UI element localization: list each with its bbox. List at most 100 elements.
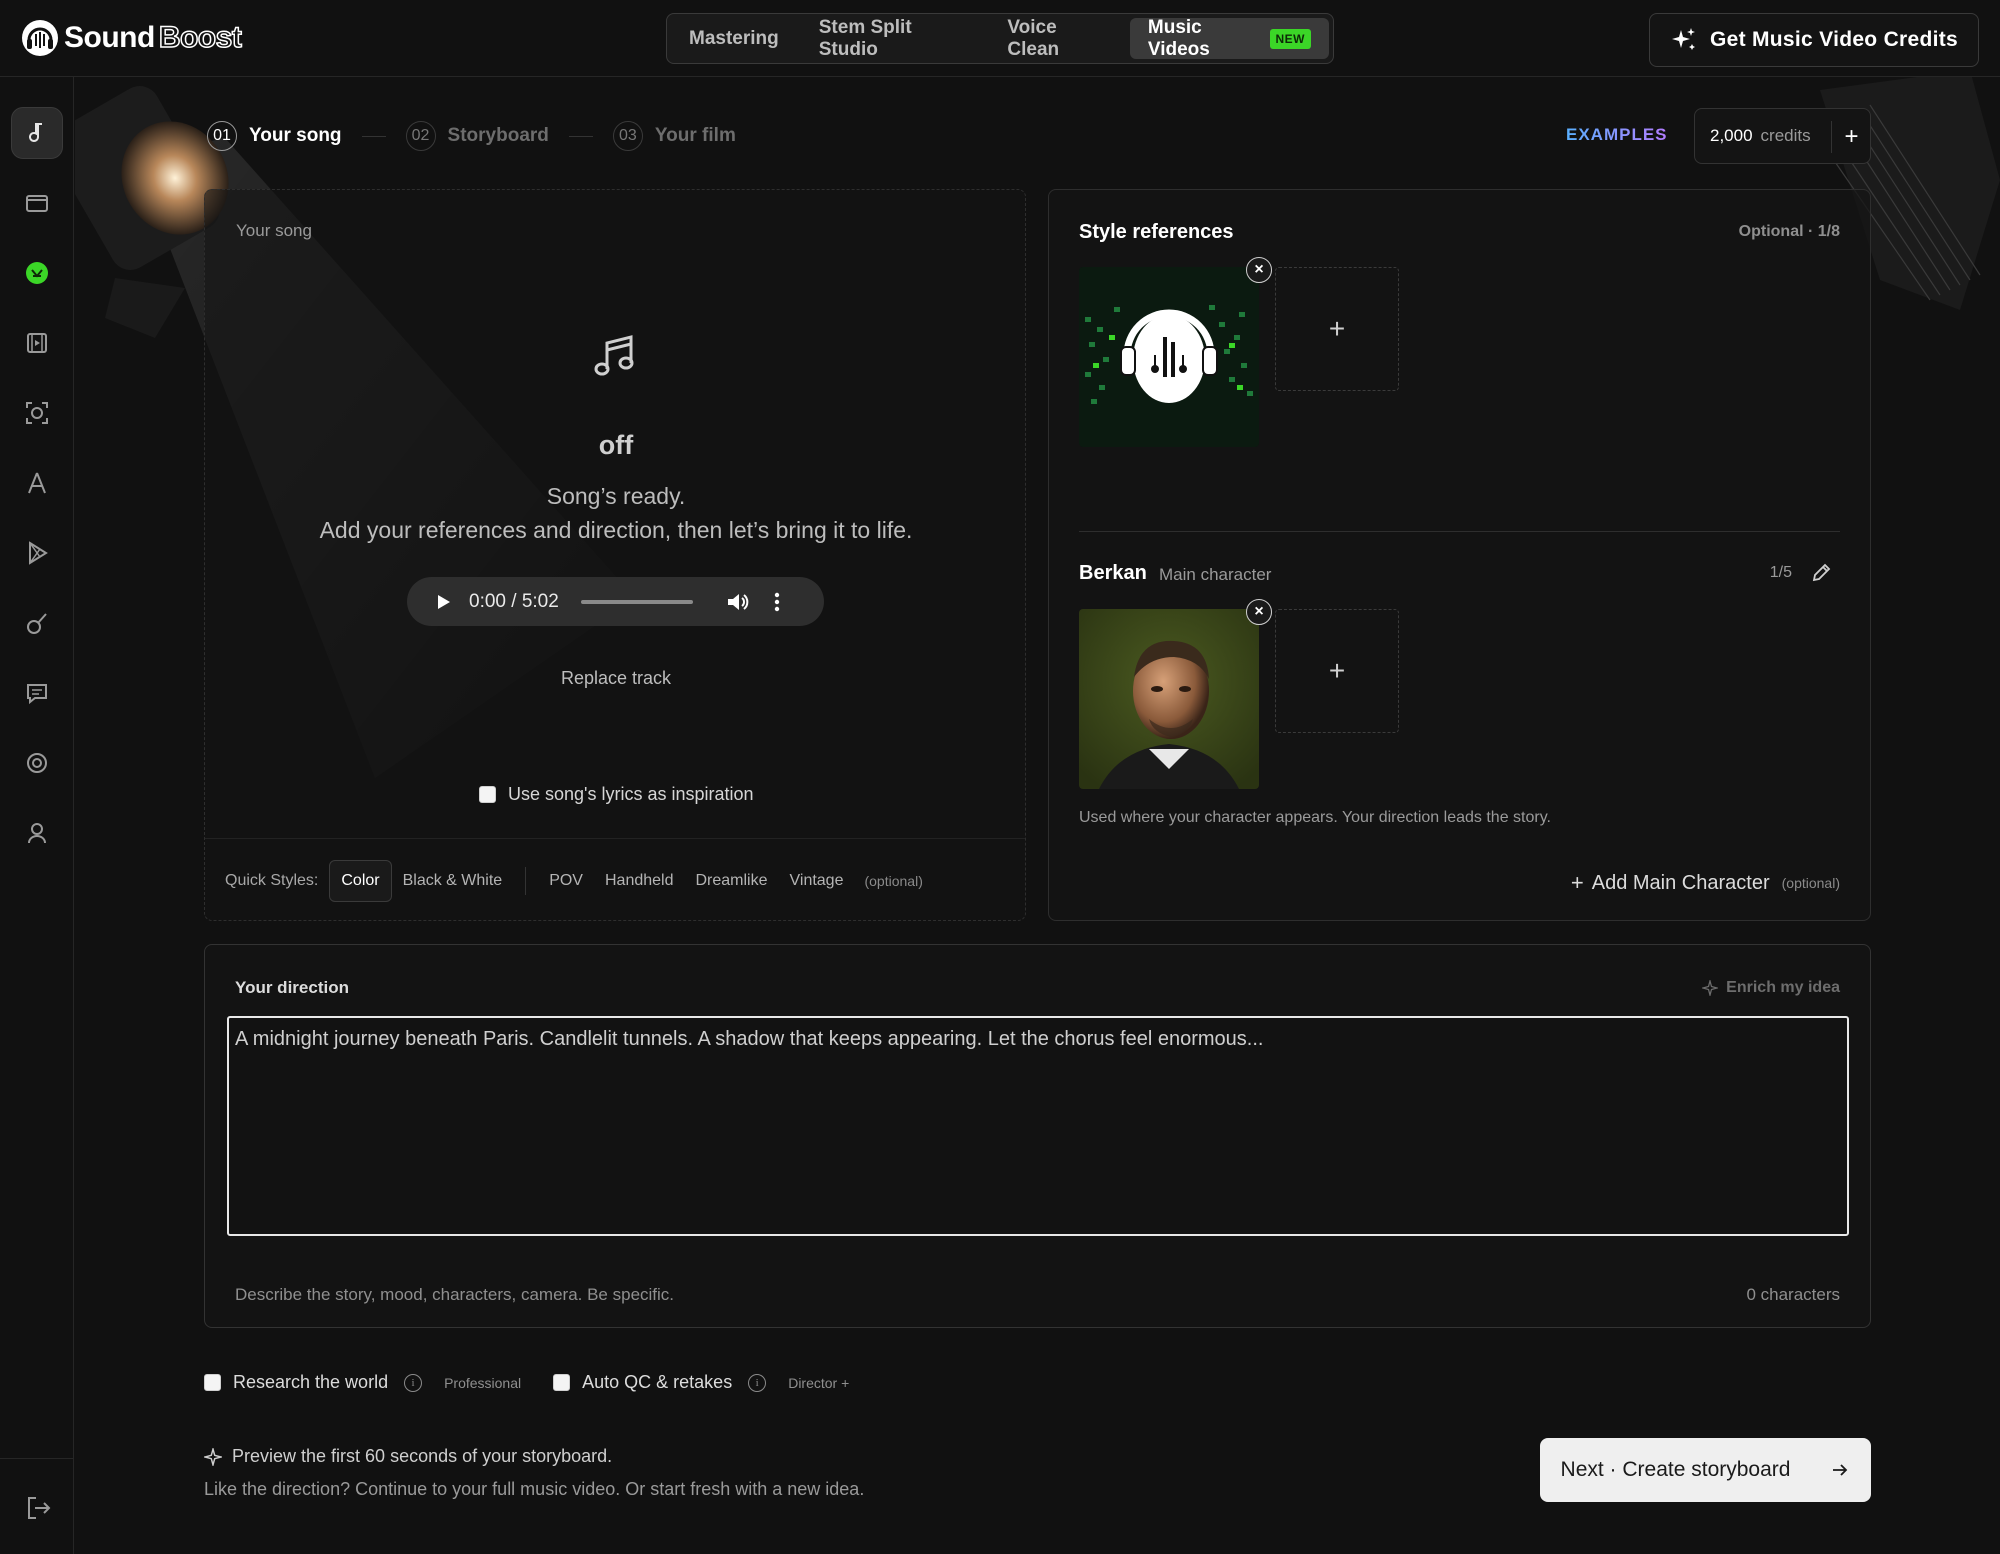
remove-style-reference-button[interactable]: × — [1246, 257, 1272, 283]
step-number-3: 03 — [612, 121, 643, 151]
replace-track-button[interactable]: Replace track — [205, 668, 1027, 689]
sidebar-item-video[interactable] — [11, 317, 63, 369]
get-credits-button[interactable]: Get Music Video Credits — [1649, 13, 1979, 67]
new-badge: NEW — [1269, 28, 1312, 49]
references-divider — [1079, 531, 1840, 532]
audio-progress-bar[interactable] — [580, 599, 693, 604]
remove-character-photo-button[interactable]: × — [1246, 599, 1272, 625]
tab-label: Voice Clean — [1007, 16, 1060, 60]
quick-styles-divider — [205, 838, 1025, 839]
song-ready-line-2: Add your references and direction, then … — [319, 517, 913, 543]
info-icon[interactable]: i — [404, 1373, 423, 1392]
direction-hint: Describe the story, mood, characters, ca… — [235, 1285, 675, 1304]
tab-music-videos[interactable]: Music Videos NEW — [1129, 16, 1330, 60]
style-chip-black-white[interactable]: Black & White — [392, 860, 514, 902]
sidebar-item-tuner[interactable] — [11, 597, 63, 649]
sidebar-item-support[interactable] — [11, 737, 63, 789]
film-icon — [27, 333, 47, 353]
volume-icon[interactable] — [725, 589, 751, 615]
character-hint: Used where your character appears. Your … — [1079, 809, 1551, 826]
create-storyboard-button[interactable]: Next · Create storyboard — [1540, 1438, 1871, 1502]
headset-icon — [27, 753, 47, 773]
style-chip-dreamlike[interactable]: Dreamlike — [684, 860, 778, 902]
step-number-2: 02 — [405, 121, 436, 151]
style-reference-thumbnail[interactable] — [1079, 267, 1259, 447]
add-main-character-button[interactable]: + Add Main Character (optional) — [1571, 870, 1840, 896]
tab-voice-clean[interactable]: Voice Clean — [989, 16, 1125, 60]
auto-qc-label: Auto QC & retakes — [582, 1372, 733, 1392]
character-photo-thumbnail[interactable] — [1079, 609, 1259, 789]
tab-label: Music Videos — [1147, 16, 1210, 60]
add-credits-button[interactable]: + — [1831, 109, 1872, 165]
more-options-icon[interactable] — [767, 589, 787, 615]
direction-title: Your direction — [235, 978, 349, 997]
music-notes-icon — [594, 335, 634, 376]
sidebar-item-design[interactable] — [11, 457, 63, 509]
quick-styles-separator — [525, 867, 527, 895]
step-label-your-film[interactable]: Your film — [655, 125, 736, 147]
play-icon[interactable] — [433, 592, 453, 612]
lyrics-inspiration-toggle[interactable]: Use song's lyrics as inspiration — [479, 784, 754, 805]
sidebar-item-projects[interactable] — [11, 177, 63, 229]
logout-icon[interactable] — [24, 1493, 54, 1523]
style-chip-color[interactable]: Color — [329, 860, 392, 902]
app-logo[interactable]: Sound Boost — [20, 18, 243, 58]
research-world-tier: Professional — [444, 1374, 522, 1391]
style-references-panel: Style references Optional · 1/8 × + Berk… — [1048, 189, 1871, 921]
sidebar-item-scan[interactable] — [11, 387, 63, 439]
compass-icon — [28, 472, 46, 494]
portrait-photo — [1079, 609, 1259, 789]
quick-styles-optional: (optional) — [864, 873, 923, 889]
sidebar-item-song[interactable] — [11, 107, 63, 159]
quick-styles-label: Quick Styles: — [225, 872, 319, 889]
step-connector — [361, 135, 386, 137]
add-main-character-label: Add Main Character — [1591, 871, 1770, 894]
song-panel-caption: Your song — [236, 221, 312, 240]
audio-time: 0:00 / 5:02 — [469, 590, 559, 612]
edit-pencil-icon[interactable] — [1810, 562, 1832, 584]
plus-icon: + — [1570, 870, 1584, 895]
style-chip-vintage[interactable]: Vintage — [779, 860, 855, 902]
add-character-photo-button[interactable]: + — [1275, 609, 1399, 733]
tab-stem-split-studio[interactable]: Stem Split Studio — [801, 17, 986, 60]
folder-icon — [26, 195, 48, 212]
style-chip-handheld[interactable]: Handheld — [594, 860, 685, 902]
step-label-your-song[interactable]: Your song — [249, 125, 342, 147]
lyrics-checkbox[interactable] — [479, 786, 496, 803]
step-label-storyboard[interactable]: Storyboard — [448, 125, 549, 147]
style-chip-pov[interactable]: POV — [538, 860, 594, 902]
song-ready-line-1: Song’s ready. — [546, 483, 686, 509]
research-world-checkbox[interactable] — [204, 1374, 221, 1391]
song-title: off — [598, 430, 634, 460]
headphones-logo-icon — [22, 20, 58, 56]
enrich-idea-button[interactable]: Enrich my idea — [1702, 979, 1840, 997]
direction-textarea[interactable] — [227, 1016, 1849, 1236]
play-store-icon — [29, 541, 48, 565]
face-scan-icon — [26, 402, 48, 424]
sidebar — [0, 77, 74, 1554]
preview-subtext: Like the direction? Continue to your ful… — [204, 1479, 865, 1499]
sparkle-icon — [1671, 28, 1695, 50]
research-world-toggle[interactable]: Research the world i Professional — [204, 1372, 521, 1393]
create-storyboard-label: Next · Create storyboard — [1560, 1458, 1791, 1481]
preview-note: Preview the first 60 seconds of your sto… — [204, 1446, 612, 1467]
sidebar-item-chat[interactable] — [11, 667, 63, 719]
add-style-reference-button[interactable]: + — [1275, 267, 1399, 391]
sparkle-icon — [204, 1447, 222, 1466]
sidebar-item-profile[interactable] — [11, 807, 63, 859]
tab-mastering[interactable]: Mastering — [671, 18, 797, 59]
generation-options: Research the world i Professional Auto Q… — [204, 1372, 849, 1393]
song-panel: Your song off Song’s ready. Add your ref… — [204, 189, 1026, 921]
sidebar-item-featured[interactable] — [11, 247, 63, 299]
credit-amount: 2,000 — [1710, 126, 1753, 145]
direction-character-count: 0 characters — [1746, 1285, 1840, 1304]
auto-qc-toggle[interactable]: Auto QC & retakes i Director + — [553, 1372, 849, 1393]
auto-qc-checkbox[interactable] — [553, 1374, 571, 1391]
auto-qc-tier: Director + — [788, 1374, 850, 1391]
sidebar-item-play[interactable] — [11, 527, 63, 579]
stepper: 01 Your song 02 Storyboard 03 Your film — [207, 121, 736, 151]
style-references-count: Optional · 1/8 — [1738, 223, 1840, 240]
info-icon[interactable]: i — [748, 1373, 767, 1392]
credit-label: credits — [1760, 126, 1811, 145]
examples-link[interactable]: EXAMPLES — [1566, 125, 1668, 145]
